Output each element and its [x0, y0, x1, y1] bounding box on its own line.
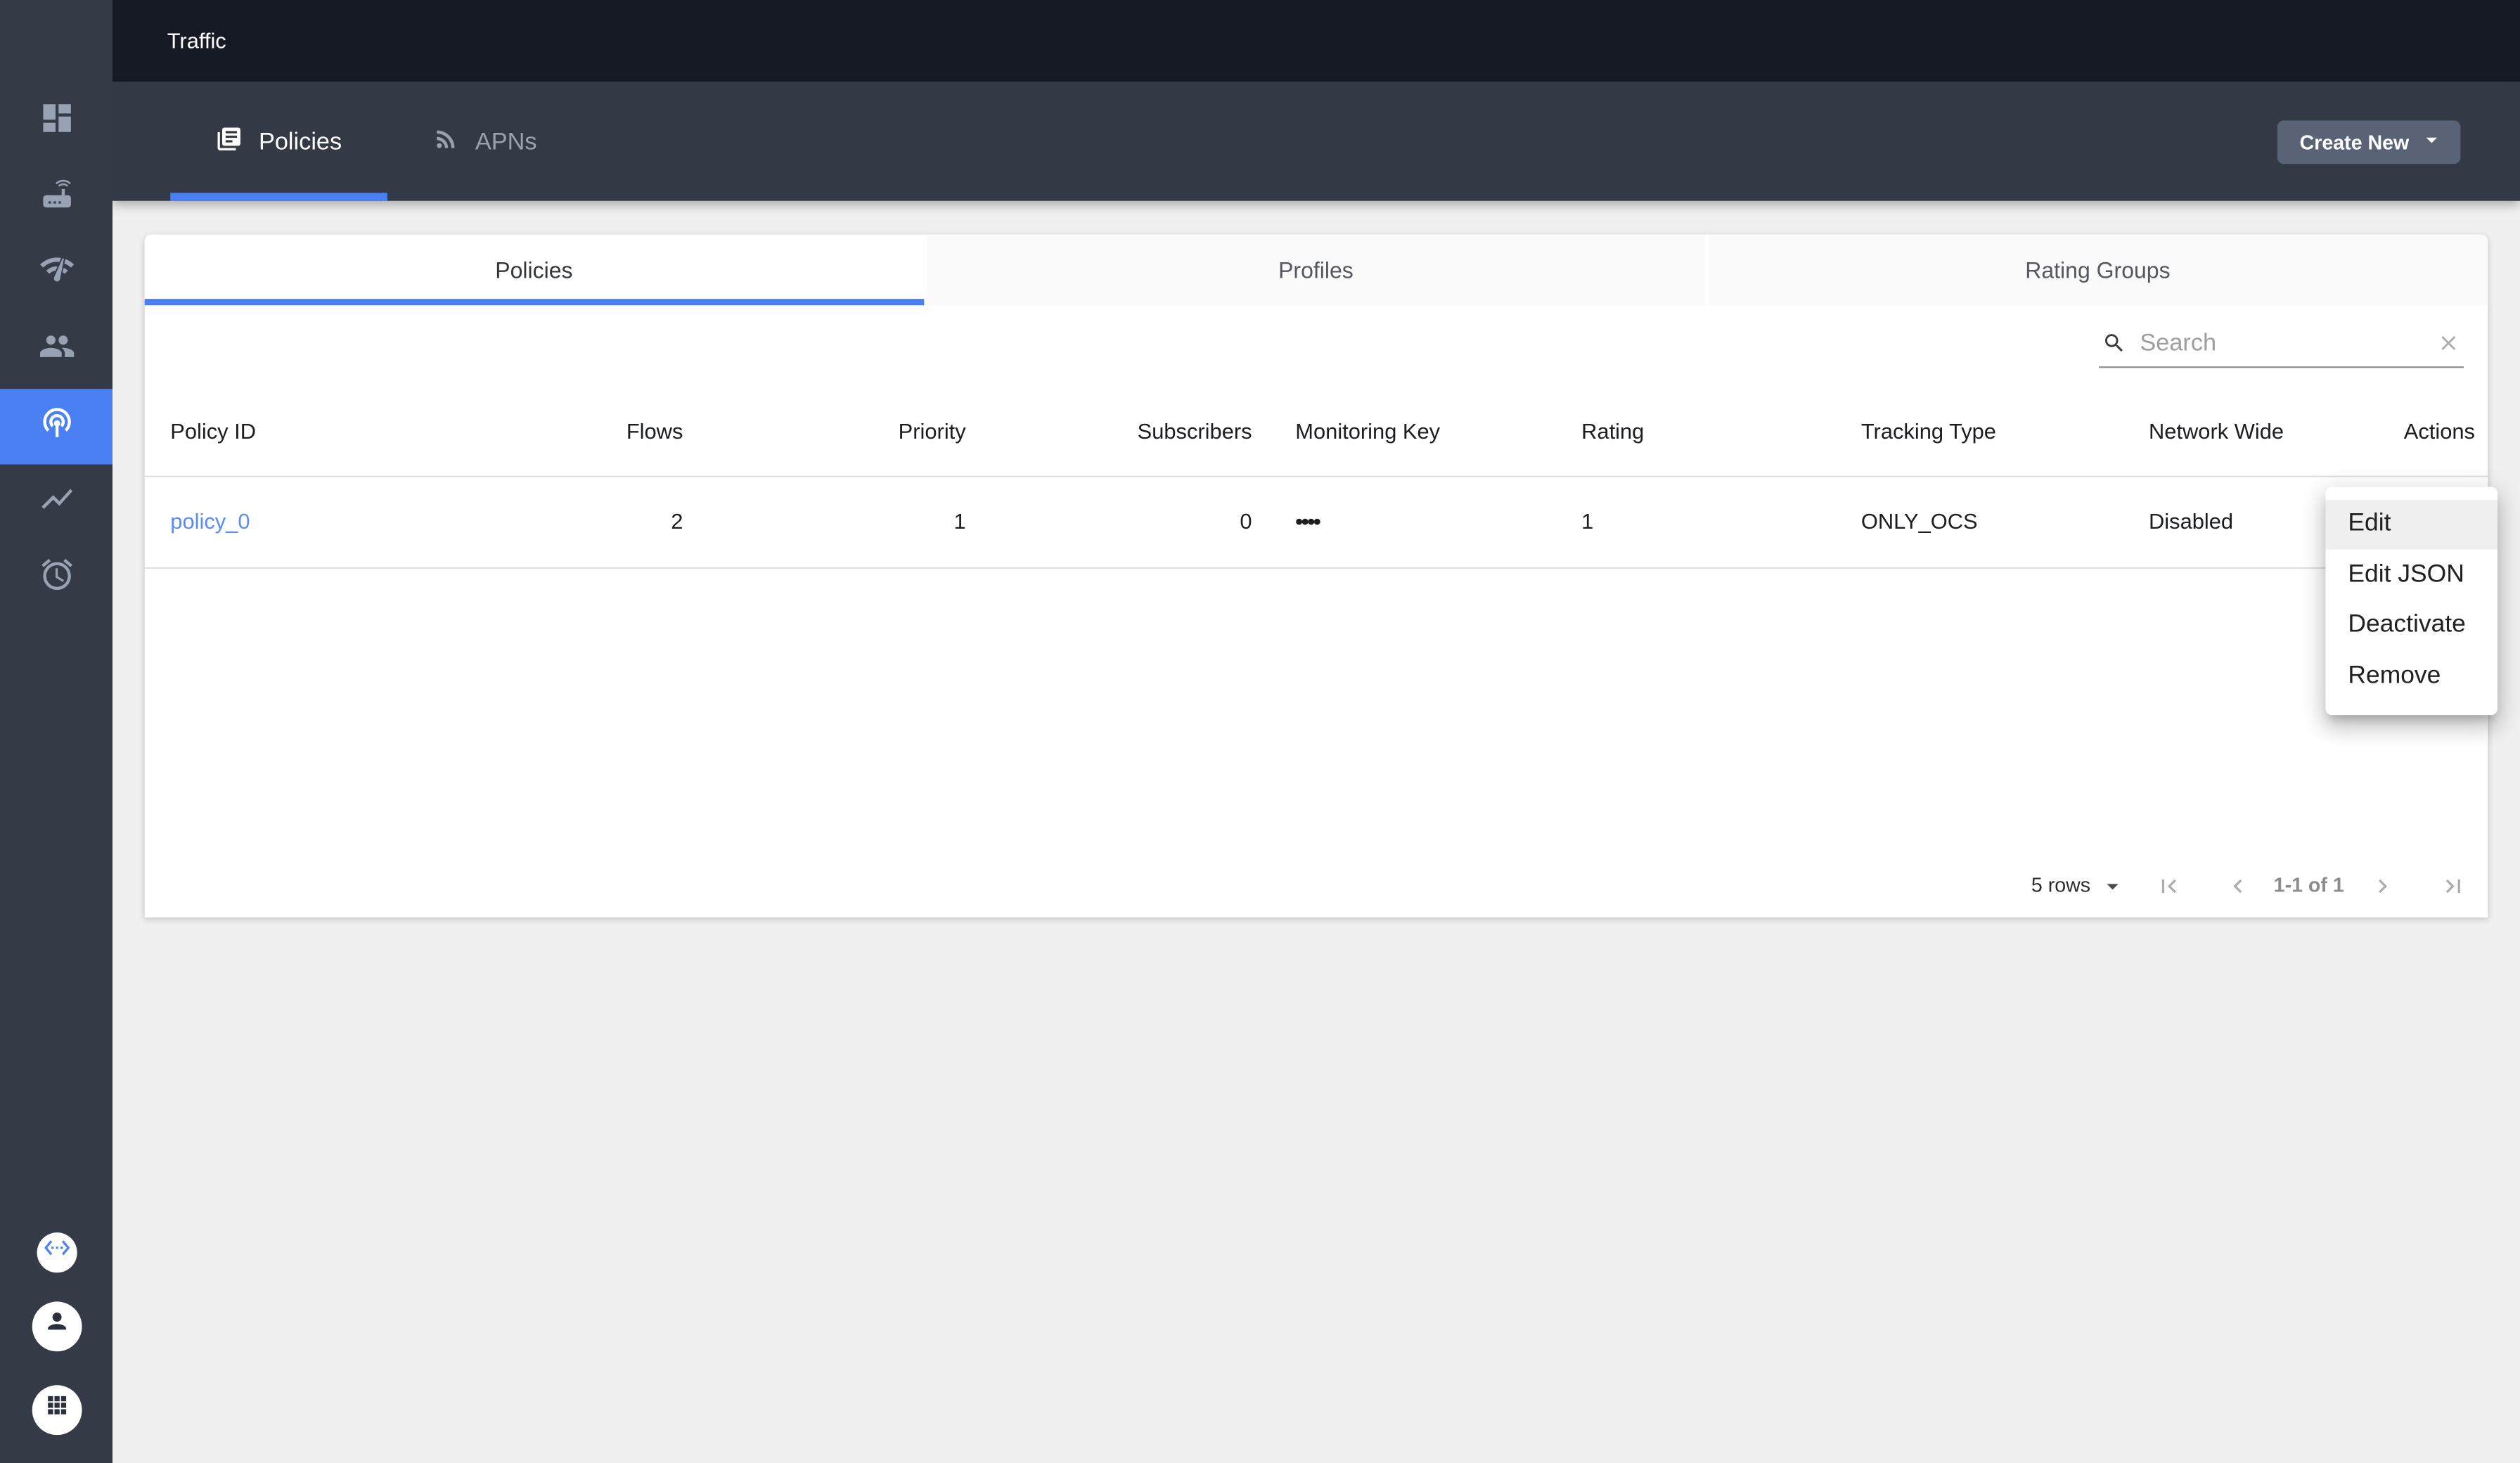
library-books-icon: [215, 124, 243, 158]
cell-priority: 1: [683, 510, 965, 534]
sidebar-item-network[interactable]: [0, 236, 112, 312]
cell-subscribers: 0: [966, 510, 1252, 534]
sidebar-bottom: [0, 1232, 112, 1463]
alarm-icon: [38, 556, 75, 601]
col-network-wide: Network Wide: [2149, 419, 2390, 443]
sidebar-item-dashboard[interactable]: [0, 84, 112, 160]
menu-item-edit[interactable]: Edit: [2325, 499, 2498, 550]
sub-tabs: Policies Profiles Rating Groups: [145, 235, 2487, 306]
prev-page-icon[interactable]: [2224, 872, 2251, 899]
dashboard-icon: [38, 99, 75, 144]
cell-tracking-type: ONLY_OCS: [1861, 510, 2149, 534]
col-actions: Actions: [2390, 419, 2486, 443]
sidebar-item-subscribers[interactable]: [0, 312, 112, 388]
search-icon: [2102, 331, 2126, 355]
api-button[interactable]: [36, 1232, 76, 1272]
subtab-profiles[interactable]: Profiles: [927, 235, 1705, 306]
sidebar-item-metrics[interactable]: [0, 464, 112, 540]
page-range-label: 1-1 of 1: [2274, 874, 2344, 896]
wifi-tethering-icon: [38, 404, 75, 449]
tab-policies[interactable]: Policies: [170, 82, 387, 201]
router-icon: [38, 175, 75, 220]
menu-item-deactivate[interactable]: Deactivate: [2325, 600, 2498, 651]
sidebar-item-alerts[interactable]: [0, 541, 112, 617]
menu-item-remove[interactable]: Remove: [2325, 651, 2498, 702]
sidebar-item-traffic[interactable]: [0, 388, 112, 464]
search-input[interactable]: [2140, 330, 2421, 357]
create-new-button[interactable]: Create New: [2277, 120, 2461, 164]
sidebar-nav: [0, 84, 112, 617]
table-row: policy_0 2 1 0 •••• 1 ONLY_OCS Disabled: [145, 477, 2487, 568]
search-field: [2098, 330, 2463, 368]
subtab-policies-label: Policies: [495, 257, 572, 283]
rss-feed-icon: [432, 124, 459, 158]
last-page-icon[interactable]: [2439, 872, 2467, 899]
sidebar-item-equipment[interactable]: [0, 160, 112, 236]
clear-icon[interactable]: [2436, 331, 2460, 355]
policies-card: Policies Profiles Rating Groups: [145, 235, 2487, 917]
col-flows: Flows: [539, 419, 683, 443]
subtab-rating-groups[interactable]: Rating Groups: [1709, 235, 2487, 306]
tab-apns-label: APNs: [475, 128, 537, 155]
cell-flows: 2: [539, 510, 683, 534]
content-area: Policies Profiles Rating Groups: [112, 201, 2520, 1463]
tab-policies-label: Policies: [259, 128, 342, 155]
main-area: Traffic Policies APNs Create New: [112, 0, 2520, 1463]
rows-per-page-caret-icon[interactable]: [2099, 872, 2126, 899]
apps-button[interactable]: [32, 1384, 82, 1434]
first-page-icon[interactable]: [2155, 872, 2182, 899]
network-check-icon: [38, 252, 75, 297]
pagination: 5 rows 1-1 of 1: [145, 853, 2487, 917]
sidebar: [0, 0, 112, 1463]
apps-grid-icon: [43, 1391, 70, 1426]
actions-context-menu: Edit Edit JSON Deactivate Remove: [2325, 486, 2498, 714]
cell-rating: 1: [1581, 510, 1861, 534]
account-button[interactable]: [32, 1301, 82, 1351]
policy-id-link[interactable]: policy_0: [170, 510, 250, 534]
people-icon: [38, 328, 75, 373]
rows-per-page-label[interactable]: 5 rows: [2031, 874, 2090, 896]
top-tabs: Policies APNs: [170, 82, 581, 201]
col-monitoring-key: Monitoring Key: [1252, 419, 1582, 443]
tab-bar: Policies APNs Create New: [112, 82, 2520, 201]
top-header: Traffic: [112, 0, 2520, 82]
search-row: [145, 305, 2487, 387]
table-empty-space: [145, 568, 2487, 853]
create-new-label: Create New: [2300, 131, 2410, 153]
subtab-rating-groups-label: Rating Groups: [2025, 257, 2170, 283]
app-root: Traffic Policies APNs Create New: [0, 0, 2520, 1463]
next-page-icon[interactable]: [2368, 872, 2396, 899]
col-policy-id: Policy ID: [145, 419, 539, 443]
dropdown-caret-icon: [2419, 127, 2445, 157]
page-title: Traffic: [167, 29, 226, 53]
metrics-icon: [38, 480, 75, 525]
api-code-icon: [43, 1234, 70, 1269]
scale-wrapper: Traffic Policies APNs Create New: [0, 0, 2520, 1463]
col-subscribers: Subscribers: [966, 419, 1252, 443]
cell-monitoring-key: ••••: [1252, 510, 1582, 534]
subtab-profiles-label: Profiles: [1278, 257, 1354, 283]
col-tracking-type: Tracking Type: [1861, 419, 2149, 443]
table-header-row: Policy ID Flows Priority Subscribers Mon…: [145, 387, 2487, 477]
account-icon: [43, 1308, 70, 1343]
col-rating: Rating: [1581, 419, 1861, 443]
tab-apns[interactable]: APNs: [387, 82, 581, 201]
col-priority: Priority: [683, 419, 965, 443]
subtab-policies[interactable]: Policies: [145, 235, 923, 306]
menu-item-edit-json[interactable]: Edit JSON: [2325, 550, 2498, 600]
